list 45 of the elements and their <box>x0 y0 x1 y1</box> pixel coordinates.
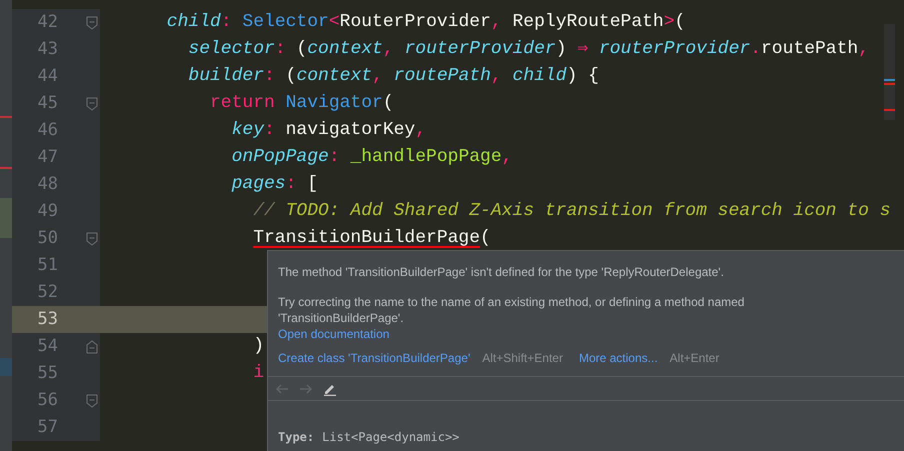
line-number: 43 <box>36 38 58 61</box>
line-number: 54 <box>36 334 58 358</box>
code-line: TransitionBuilderPage( <box>253 227 491 250</box>
code-line: selector: (context, routerProvider) ⇒ routerProvider.routePath, <box>188 38 870 61</box>
fold-icon[interactable] <box>86 394 98 408</box>
error-message: The method 'TransitionBuilderPage' isn't defined for the type 'ReplyRouterDelegate'. <box>278 264 724 281</box>
line-number: 53 <box>36 308 58 331</box>
documentation-link[interactable]: Open documentation <box>278 326 390 342</box>
line-number: 49 <box>36 200 58 223</box>
code-line: i <box>253 362 264 385</box>
line-number: 46 <box>36 118 58 142</box>
shortcut-hint: Alt+Enter <box>670 350 720 367</box>
fix-hint: Try correcting the name to the name of an existing method, or defining a method named 'TransitionBuilderPage'. <box>278 294 746 326</box>
code-line: return Navigator( <box>210 92 394 115</box>
type-label: Type: <box>278 429 314 446</box>
line-number: 51 <box>36 254 58 277</box>
code-line: child: Selector<RouterProvider, ReplyRoutePath>( <box>166 11 686 34</box>
fold-icon[interactable] <box>86 232 98 246</box>
change-marker <box>0 198 12 238</box>
line-number: 57 <box>36 416 58 439</box>
change-marker <box>0 116 12 118</box>
line-number: 47 <box>36 146 58 169</box>
line-number: 44 <box>36 64 58 88</box>
line-number: 50 <box>36 226 58 250</box>
line-number: 42 <box>36 10 58 34</box>
change-marker <box>0 358 12 376</box>
action-link[interactable]: Create class 'TransitionBuilderPage' <box>278 349 470 367</box>
code-line: // TODO: Add Shared Z-Axis transition from search icon to s <box>253 200 890 223</box>
code-line: pages: [ <box>232 173 318 196</box>
line-number: 56 <box>36 388 58 412</box>
shortcut-hint: Alt+Shift+Enter <box>482 350 563 367</box>
line-number: 55 <box>36 362 58 385</box>
code-line: builder: (context, routePath, child) { <box>188 65 599 88</box>
code-line: onPopPage: _handlePopPage, <box>232 146 512 169</box>
type-value: List<Page<dynamic>> <box>322 429 460 446</box>
fold-icon[interactable] <box>86 340 98 354</box>
change-marker <box>0 167 12 169</box>
line-number: 52 <box>36 280 58 304</box>
action-link[interactable]: More actions... <box>578 349 658 367</box>
line-number: 48 <box>36 172 58 196</box>
code-line: key: navigatorKey, <box>232 119 426 142</box>
code-line: ) <box>253 335 264 358</box>
line-number: 45 <box>36 92 58 115</box>
fold-icon[interactable] <box>86 16 98 30</box>
fold-icon[interactable] <box>86 96 98 110</box>
